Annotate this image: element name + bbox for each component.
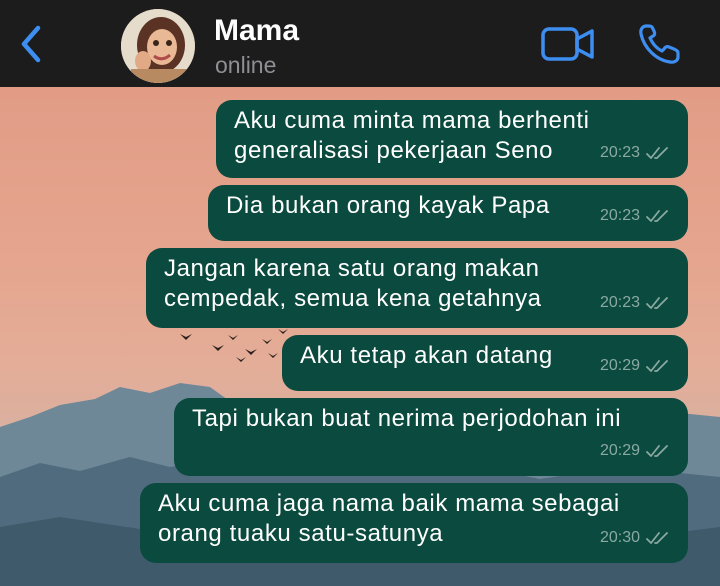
double-check-icon xyxy=(646,360,668,372)
message-text: Tapi bukan buat nerima perjodohan ini xyxy=(192,405,622,432)
video-call-button[interactable] xyxy=(540,24,596,64)
message-time: 20:23 xyxy=(599,144,640,161)
contact-name[interactable]: Mama xyxy=(214,14,299,48)
avatar-photo xyxy=(121,9,195,83)
contact-status: online xyxy=(215,52,277,78)
message-meta: 20:29 xyxy=(600,436,670,466)
message-text: Aku cuma jaga nama baik mama sebagai ora… xyxy=(158,490,620,547)
double-check-icon xyxy=(646,445,668,457)
message-time: 20:23 xyxy=(599,294,640,311)
double-check-icon xyxy=(646,532,668,544)
message-bubble[interactable]: Aku cuma jaga nama baik mama sebagai ora… xyxy=(140,483,688,563)
double-check-icon xyxy=(646,147,668,159)
phone-icon xyxy=(639,24,680,64)
voice-call-button[interactable] xyxy=(636,22,684,66)
video-camera-icon xyxy=(541,27,594,61)
message-bubble[interactable]: Dia bukan orang kayak Papa 20:23 xyxy=(208,185,688,241)
message-meta: 20:23 xyxy=(600,288,670,318)
message-text: Jangan karena satu orang makan cempedak,… xyxy=(164,255,542,312)
message-time: 20:29 xyxy=(599,442,640,459)
message-bubble[interactable]: Tapi bukan buat nerima perjodohan ini 20… xyxy=(174,398,688,476)
message-time: 20:29 xyxy=(599,357,640,374)
message-time: 20:23 xyxy=(599,207,640,224)
message-list[interactable]: Aku cuma minta mama berhenti generalisas… xyxy=(0,87,720,586)
back-button[interactable] xyxy=(14,22,50,66)
message-meta: 20:23 xyxy=(600,201,670,231)
message-bubble[interactable]: Aku tetap akan datang 20:29 xyxy=(282,335,688,391)
chat-header: Mama online xyxy=(0,0,720,87)
message-meta: 20:30 xyxy=(600,523,670,553)
message-meta: 20:23 xyxy=(600,138,670,168)
double-check-icon xyxy=(646,297,668,309)
message-bubble[interactable]: Aku cuma minta mama berhenti generalisas… xyxy=(216,100,688,178)
chevron-left-icon xyxy=(21,25,41,63)
double-check-icon xyxy=(646,210,668,222)
avatar[interactable] xyxy=(121,9,195,83)
message-time: 20:30 xyxy=(599,529,640,546)
message-bubble[interactable]: Jangan karena satu orang makan cempedak,… xyxy=(146,248,688,328)
message-meta: 20:29 xyxy=(600,351,670,381)
